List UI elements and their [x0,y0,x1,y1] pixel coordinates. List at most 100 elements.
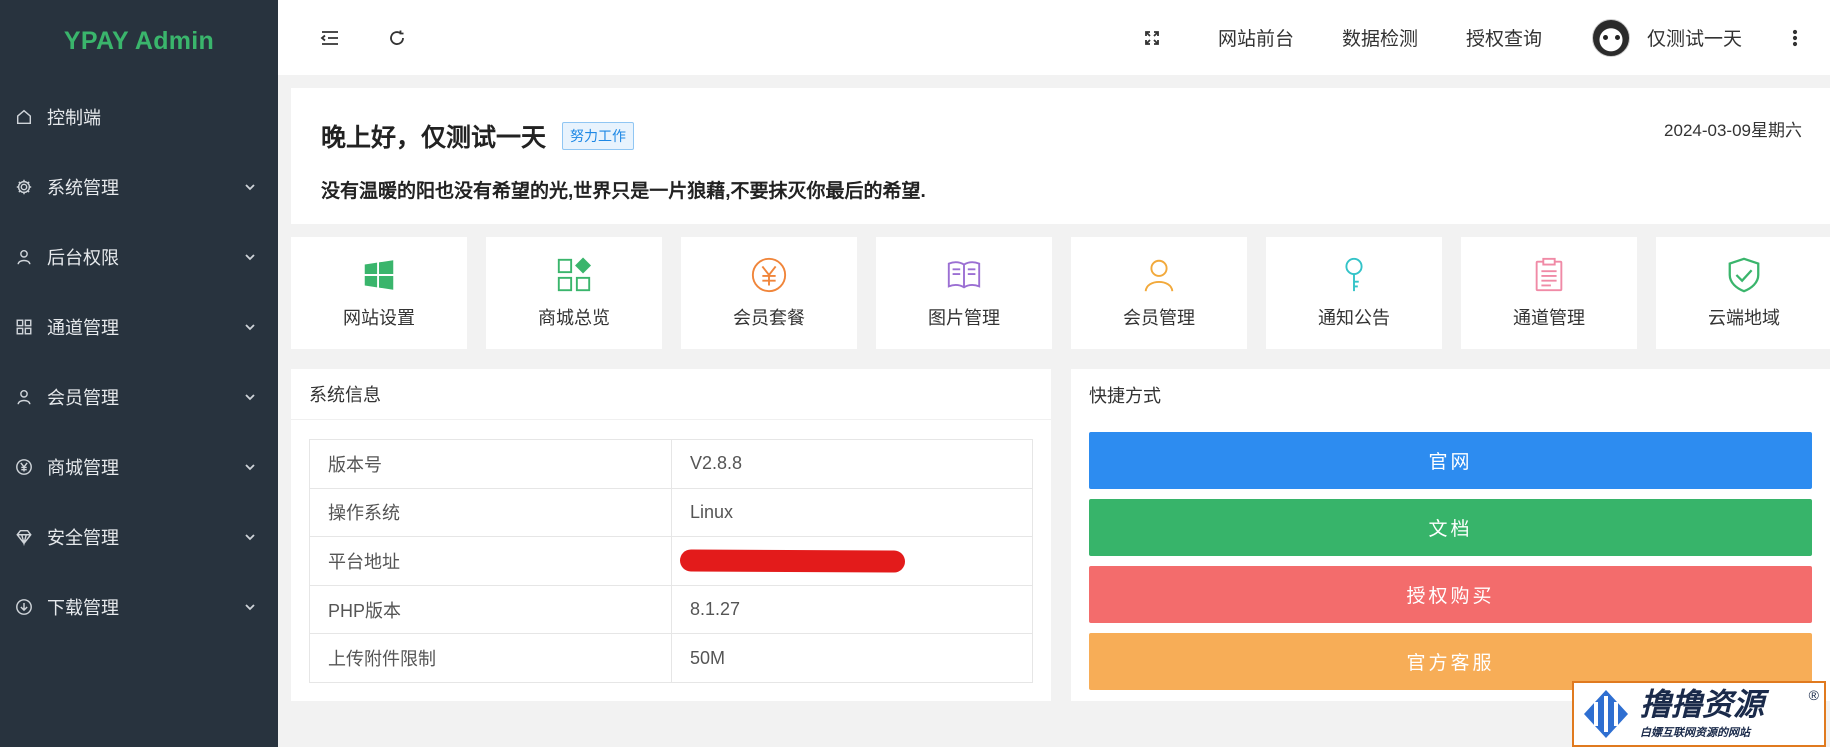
sidebar: YPAY Admin 控制端 系统管理 后台权限 通道管理 会员管理 商城管理 … [0,0,278,747]
book-open-icon [947,261,981,289]
redaction-mark [679,549,906,573]
info-key: 平台地址 [309,536,672,586]
info-value: V2.8.8 [671,439,1033,489]
sidebar-item-label: 系统管理 [47,178,119,198]
table-row: 平台地址 [309,536,1033,586]
sidebar-item-label: 商城管理 [47,458,119,478]
tile-label: 商城总览 [538,308,610,328]
greeting-title: 晚上好，仅测试一天 [321,124,547,152]
sidebar-item-channel[interactable]: 通道管理 [0,292,278,362]
gear-icon [14,177,34,197]
registered-mark: ® [1808,687,1819,703]
watermark-subtitle: 白嫖互联网资源的网站 [1640,727,1750,739]
card-title: 系统信息 [291,369,1051,420]
tile-website-settings[interactable]: 网站设置 [291,237,467,349]
system-info-card: 系统信息 版本号 V2.8.8 操作系统 Linux 平台地址 PHP版本 8.… [291,369,1051,701]
current-date: 2024-03-09星期六 [1664,121,1802,140]
table-row: 上传附件限制 50M [309,633,1033,683]
app-logo[interactable]: YPAY Admin [0,0,278,82]
tile-member-management[interactable]: 会员管理 [1071,237,1247,349]
system-info-table: 版本号 V2.8.8 操作系统 Linux 平台地址 PHP版本 8.1.27 … [309,439,1033,683]
apps-add-icon [557,257,592,292]
tile-image-management[interactable]: 图片管理 [876,237,1052,349]
info-value-redacted [671,536,1033,586]
fullscreen-icon[interactable] [1144,30,1160,46]
card-title: 快捷方式 [1089,385,1161,406]
sidebar-item-label: 后台权限 [47,248,119,268]
tile-label: 通道管理 [1513,308,1585,328]
chevron-down-icon [244,247,256,268]
data-check-link[interactable]: 数据检测 [1342,24,1418,51]
avatar[interactable] [1591,18,1630,57]
official-site-button[interactable]: 官网 [1089,432,1812,489]
table-row: 版本号 V2.8.8 [309,439,1033,489]
sidebar-item-shop[interactable]: 商城管理 [0,432,278,502]
sidebar-item-security[interactable]: 安全管理 [0,502,278,572]
tile-cloud-region[interactable]: 云端地域 [1656,237,1830,349]
tile-label: 图片管理 [928,308,1000,328]
website-frontend-link[interactable]: 网站前台 [1218,24,1294,51]
tile-label: 通知公告 [1318,308,1390,328]
sidebar-item-admin-permission[interactable]: 后台权限 [0,222,278,292]
info-key: 上传附件限制 [309,633,672,683]
shield-check-icon [1728,257,1760,293]
apps-icon [14,317,34,337]
info-key: PHP版本 [309,584,672,635]
windows-icon [364,260,394,290]
tile-label: 会员套餐 [733,308,805,328]
diamond-icon [14,527,34,547]
table-row: 操作系统 Linux [309,487,1033,538]
tile-channel-management[interactable]: 通道管理 [1461,237,1637,349]
license-query-link[interactable]: 授权查询 [1466,24,1542,51]
sidebar-item-console[interactable]: 控制端 [0,82,278,152]
sidebar-item-label: 会员管理 [47,388,119,408]
top-header: 网站前台 数据检测 授权查询 仅测试一天 [278,0,1830,75]
greeting-card: 晚上好，仅测试一天 努力工作 2024-03-09星期六 没有温暖的阳也没有希望… [291,88,1830,224]
info-value: Linux [671,487,1033,538]
yen-circle-icon [14,457,34,477]
home-icon [14,107,34,127]
yen-circle-icon [751,257,787,293]
sidebar-item-label: 通道管理 [47,318,119,338]
watermark-logo: 撸撸资源 白嫖互联网资源的网站 ® [1572,681,1826,747]
chevron-down-icon [244,177,256,198]
info-key: 版本号 [309,439,672,489]
info-key: 操作系统 [309,487,672,538]
info-value: 50M [671,633,1033,683]
sidebar-item-system[interactable]: 系统管理 [0,152,278,222]
key-icon [1345,257,1363,292]
docs-button[interactable]: 文档 [1089,499,1812,556]
sidebar-item-member[interactable]: 会员管理 [0,362,278,432]
tile-label: 云端地域 [1708,308,1780,328]
chevron-down-icon [244,597,256,618]
user-icon [1144,259,1174,292]
refresh-icon[interactable] [388,29,406,47]
watermark-emblem-icon [1584,690,1628,738]
user-name[interactable]: 仅测试一天 [1647,24,1742,51]
greeting-quote: 没有温暖的阳也没有希望的光,世界只是一片狼藉,不要抹灭你最后的希望. [321,181,926,202]
sidebar-item-download[interactable]: 下载管理 [0,572,278,642]
user-icon [14,387,34,407]
clipboard-icon [1535,257,1563,292]
tile-label: 网站设置 [343,308,415,328]
sidebar-item-label: 安全管理 [47,528,119,548]
menu-toggle-icon[interactable] [320,29,340,47]
chevron-down-icon [244,387,256,408]
buy-license-button[interactable]: 授权购买 [1089,566,1812,623]
tile-notice[interactable]: 通知公告 [1266,237,1442,349]
sidebar-item-label: 下载管理 [47,598,119,618]
chevron-down-icon [244,457,256,478]
watermark-title: 撸撸资源 [1640,687,1764,722]
shortcuts-card: 快捷方式 官网 文档 授权购买 官方客服 [1071,369,1830,701]
tile-label: 会员管理 [1123,308,1195,328]
tile-shop-overview[interactable]: 商城总览 [486,237,662,349]
chevron-down-icon [244,317,256,338]
tile-member-package[interactable]: 会员套餐 [681,237,857,349]
download-circle-icon [14,597,34,617]
quick-tiles: 网站设置 商城总览 会员套餐 图片管理 会员管理 通知公告 通道管理 云端地域 [291,237,1830,349]
chevron-down-icon [244,527,256,548]
user-icon [14,247,34,267]
info-value: 8.1.27 [671,584,1033,635]
status-badge: 努力工作 [562,122,635,150]
more-vertical-icon[interactable] [1792,29,1798,47]
